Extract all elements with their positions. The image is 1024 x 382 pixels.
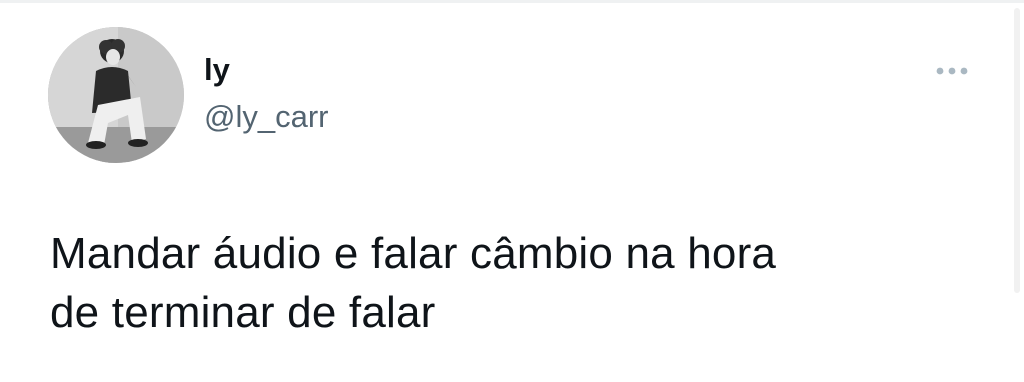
tweet-card: ly @ly_carr Mandar áudio e falar câmbio … [0, 0, 1024, 382]
tweet-text-line-1: Mandar áudio e falar câmbio na hora [50, 229, 777, 278]
tweet-text-line-2: de terminar de falar [50, 288, 436, 337]
more-horizontal-icon [936, 67, 968, 75]
author-handle[interactable]: @ly_carr [204, 99, 328, 135]
tweet-text: Mandar áudio e falar câmbio na hora de t… [50, 224, 980, 342]
more-options-button[interactable] [926, 58, 978, 84]
author-display-name[interactable]: ly [204, 52, 230, 88]
avatar-photo [48, 27, 184, 163]
avatar[interactable] [48, 27, 184, 163]
